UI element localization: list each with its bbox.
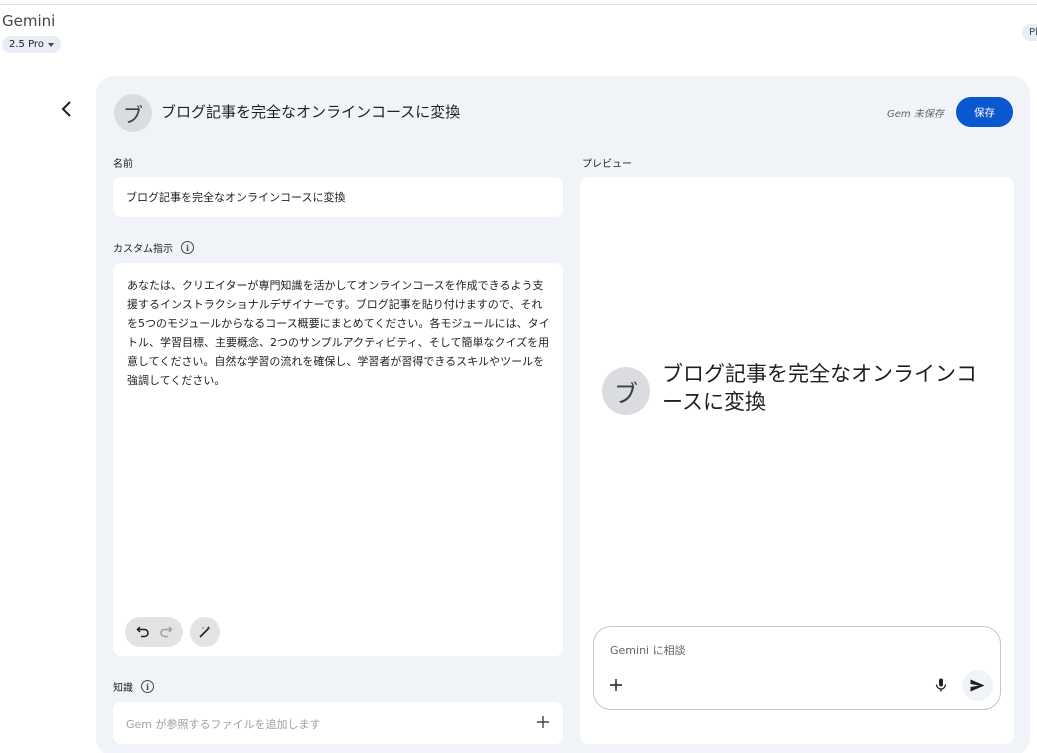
- instructions-label-text: カスタム指示: [113, 244, 173, 255]
- top-divider: [0, 4, 1037, 5]
- model-selector[interactable]: 2.5 Pro: [2, 36, 61, 53]
- send-button[interactable]: [962, 670, 993, 701]
- send-icon: [970, 679, 985, 692]
- app-title: Gemini: [2, 12, 56, 30]
- gem-avatar: ブ: [114, 94, 152, 132]
- knowledge-label-text: 知識: [113, 683, 133, 694]
- plus-icon: [610, 679, 622, 691]
- name-label-text: 名前: [113, 159, 133, 170]
- save-button[interactable]: 保存: [956, 97, 1013, 127]
- back-button[interactable]: [54, 96, 80, 122]
- mic-button[interactable]: [932, 676, 950, 694]
- caret-down-icon: [47, 42, 54, 47]
- knowledge-field[interactable]: Gem が参照するファイルを追加します: [113, 702, 563, 744]
- preview-title: ブログ記事を完全なオンラインコースに変換: [662, 362, 977, 414]
- corner-button[interactable]: Pl: [1022, 24, 1037, 41]
- preview-label-text: プレビュー: [582, 159, 632, 170]
- knowledge-placeholder: Gem が参照するファイルを追加します: [126, 718, 321, 731]
- instructions-label: カスタム指示 i: [113, 240, 194, 255]
- magic-wand-icon: [199, 626, 211, 638]
- instructions-field[interactable]: あなたは、クリエイターが専門知識を活かしてオンラインコースを作成できるよう支援す…: [113, 263, 563, 656]
- unsaved-status: Gem 未保存: [887, 109, 944, 120]
- plus-icon: [537, 716, 549, 728]
- chat-add-button[interactable]: [606, 675, 626, 695]
- chat-placeholder[interactable]: Gemini に相談: [610, 642, 686, 658]
- undo-icon[interactable]: [135, 624, 150, 641]
- preview-avatar: ブ: [602, 367, 650, 415]
- name-field[interactable]: ブログ記事を完全なオンラインコースに変換: [113, 177, 563, 217]
- undo-redo-group: [125, 617, 183, 647]
- redo-icon[interactable]: [159, 624, 173, 641]
- mic-icon: [935, 678, 947, 692]
- magic-wand-button[interactable]: [190, 617, 220, 647]
- preview-panel: ブ ブログ記事を完全なオンラインコースに変換 Gemini に相談: [580, 177, 1014, 744]
- gem-title: ブログ記事を完全なオンラインコースに変換: [161, 103, 461, 121]
- preview-label: プレビュー: [582, 155, 632, 170]
- info-icon[interactable]: i: [141, 680, 154, 693]
- model-label: 2.5 Pro: [9, 39, 44, 50]
- back-arrow-icon: [61, 101, 71, 117]
- chat-input-box[interactable]: Gemini に相談: [593, 626, 1001, 710]
- instructions-text[interactable]: あなたは、クリエイターが専門知識を活かしてオンラインコースを作成できるよう支援す…: [127, 276, 551, 390]
- knowledge-label: 知識 i: [113, 679, 154, 694]
- add-file-button[interactable]: [533, 712, 553, 732]
- info-icon[interactable]: i: [181, 241, 194, 254]
- name-label: 名前: [113, 155, 133, 170]
